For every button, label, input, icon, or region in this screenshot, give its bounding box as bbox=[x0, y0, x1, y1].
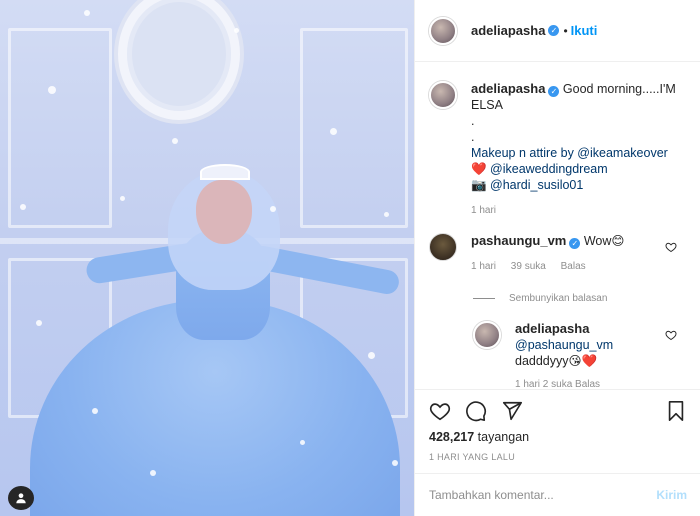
caption-line[interactable]: Makeup n attire by @ikeamakeover bbox=[471, 145, 691, 161]
caption-line: . bbox=[471, 130, 475, 144]
comment-likes[interactable]: 39 suka bbox=[511, 261, 546, 272]
wall-panel bbox=[8, 28, 112, 228]
snowflake bbox=[150, 470, 156, 476]
divider bbox=[473, 298, 495, 299]
post-side-panel: adeliapasha ✓ • Ikuti adeliapasha ✓ Good … bbox=[414, 0, 700, 516]
snowflake bbox=[330, 128, 337, 135]
comment-username[interactable]: pashaungu_vm bbox=[471, 233, 566, 248]
caption-line[interactable]: 📷 @hardi_susilo01 bbox=[471, 177, 691, 193]
snowflake bbox=[48, 86, 56, 94]
caption-line: ELSA bbox=[471, 98, 503, 112]
snowflake bbox=[384, 212, 389, 217]
snowflake bbox=[84, 10, 90, 16]
post-comment-button[interactable]: Kirim bbox=[656, 488, 687, 502]
caption-text: adeliapasha ✓ Good morning.....I'M ELSA .… bbox=[471, 81, 691, 219]
share-icon[interactable] bbox=[501, 400, 523, 422]
snowflake bbox=[300, 440, 305, 445]
snowflake bbox=[368, 352, 375, 359]
audio-icon bbox=[16, 493, 26, 504]
snowflake bbox=[92, 408, 98, 414]
post-date[interactable]: 1 HARI YANG LALU bbox=[429, 452, 515, 462]
reply-button[interactable]: Balas bbox=[561, 261, 586, 272]
action-bar: 428,217 tayangan bbox=[415, 389, 700, 449]
caption-line: Good morning.....I'M bbox=[562, 82, 676, 96]
verified-badge-icon: ✓ bbox=[569, 238, 581, 249]
snowflake bbox=[20, 204, 26, 210]
avatar[interactable] bbox=[429, 81, 457, 109]
heart-icon[interactable] bbox=[665, 329, 677, 341]
bookmark-icon[interactable] bbox=[665, 400, 687, 422]
separator-dot: • bbox=[563, 23, 568, 38]
comments-section[interactable]: adeliapasha ✓ Good morning.....I'M ELSA .… bbox=[415, 63, 700, 388]
caption-line[interactable]: ❤️ @ikeaweddingdream bbox=[471, 161, 691, 177]
follow-button[interactable]: Ikuti bbox=[571, 23, 598, 38]
hide-replies-button[interactable]: Sembunyikan balasan bbox=[473, 293, 607, 304]
view-count-label: tayangan bbox=[477, 430, 530, 444]
view-count-number: 428,217 bbox=[429, 430, 475, 444]
verified-badge-icon: ✓ bbox=[548, 25, 560, 36]
post-media[interactable] bbox=[0, 0, 414, 516]
caption-time[interactable]: 1 hari bbox=[471, 203, 691, 219]
snowflake bbox=[270, 206, 276, 212]
snowflake bbox=[120, 196, 125, 201]
action-row bbox=[429, 400, 687, 422]
audio-toggle-button[interactable] bbox=[8, 486, 34, 510]
view-count[interactable]: 428,217 tayangan bbox=[429, 430, 687, 444]
post-header: adeliapasha ✓ • Ikuti bbox=[415, 0, 700, 62]
wall-panel bbox=[300, 28, 408, 228]
caption: adeliapasha ✓ Good morning.....I'M ELSA .… bbox=[429, 81, 691, 219]
snowflake bbox=[234, 28, 239, 33]
avatar[interactable] bbox=[473, 321, 501, 349]
reply-username[interactable]: adeliapasha bbox=[515, 321, 589, 336]
comment-meta: 1 hari 39 suka Balas bbox=[471, 261, 671, 272]
reply-meta: 1 hari 2 suka Balas bbox=[515, 379, 601, 388]
tiara bbox=[200, 164, 250, 180]
caption-line: . bbox=[471, 114, 475, 128]
comment-input[interactable] bbox=[429, 488, 657, 502]
comment-box: Kirim bbox=[415, 473, 700, 516]
comment-item: pashaungu_vm ✓ Wow😊 1 hari 39 suka Balas bbox=[429, 233, 691, 272]
verified-badge-icon: ✓ bbox=[548, 86, 560, 97]
caption-username[interactable]: adeliapasha bbox=[471, 81, 545, 96]
comment-icon[interactable] bbox=[465, 400, 487, 422]
avatar[interactable] bbox=[429, 16, 457, 45]
instagram-post-frame: adeliapasha ✓ • Ikuti adeliapasha ✓ Good … bbox=[0, 0, 700, 516]
snowflake bbox=[392, 460, 398, 466]
avatar[interactable] bbox=[429, 233, 457, 261]
face bbox=[196, 180, 252, 244]
reply-item: adeliapasha @pashaungu_vm dadddyyy😘❤️ 1 … bbox=[473, 321, 693, 388]
reply-body: adeliapasha @pashaungu_vm dadddyyy😘❤️ 1 … bbox=[515, 321, 665, 388]
comment-body: pashaungu_vm ✓ Wow😊 1 hari 39 suka Balas bbox=[471, 233, 671, 272]
reply-text: dadddyyy😘❤️ bbox=[515, 354, 598, 368]
snowflake bbox=[36, 320, 42, 326]
heart-icon[interactable] bbox=[429, 400, 451, 422]
post-author-username[interactable]: adeliapasha bbox=[471, 23, 545, 38]
heart-icon[interactable] bbox=[665, 241, 677, 253]
reply-mention[interactable]: @pashaungu_vm bbox=[515, 337, 665, 353]
comment-time[interactable]: 1 hari bbox=[471, 261, 496, 272]
hide-replies-label[interactable]: Sembunyikan balasan bbox=[509, 293, 607, 304]
comment-text: Wow😊 bbox=[583, 234, 625, 248]
oval-mirror bbox=[118, 0, 240, 120]
snowflake bbox=[172, 138, 178, 144]
